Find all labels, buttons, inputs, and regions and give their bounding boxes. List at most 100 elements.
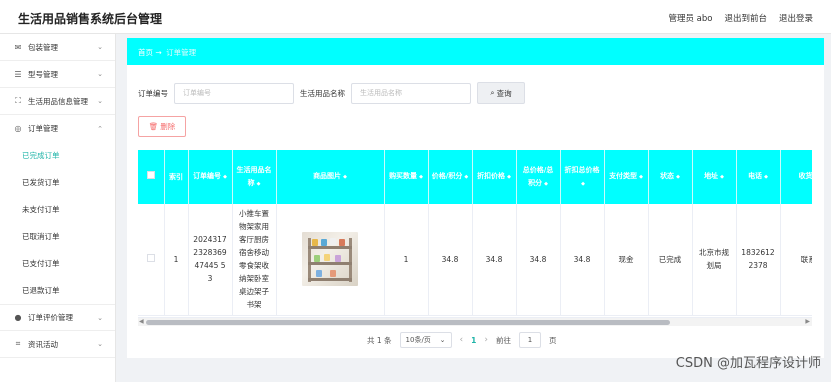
sidebar-subitem-paid[interactable]: 已支付订单 xyxy=(0,250,115,277)
scroll-right-icon[interactable]: ▶ xyxy=(805,318,810,325)
row-checkbox[interactable] xyxy=(138,204,165,316)
cell-order-no: 2024317232836947445 53 xyxy=(188,204,233,316)
header-actions: 管理员 abo 退出到前台 退出登录 xyxy=(668,12,813,24)
query-button[interactable]: ⌕ 查询 xyxy=(477,82,525,104)
sidebar-item-model[interactable]: ☰ 型号管理 ⌄ xyxy=(0,61,115,88)
page-size-select[interactable]: 10条/页 ⌄ xyxy=(399,332,452,348)
chevron-down-icon: ⌄ xyxy=(97,70,103,78)
sidebar-item-order-review[interactable]: ● 订单评价管理 ⌄ xyxy=(0,304,115,331)
table-header-row: 索引 订单编号 ◆ 生活用品名称 ◆ 商品图片 ◆ 购买数量 ◆ 价格/积分 ◆ 折扣价格… xyxy=(138,150,812,204)
prev-page-icon[interactable]: ‹ xyxy=(460,335,464,345)
current-user: 管理员 abo xyxy=(668,14,713,24)
cell-phone: 18326122378 xyxy=(736,204,781,316)
sort-icon[interactable]: ◆ xyxy=(223,174,227,180)
col-header-phone[interactable]: 电话 ◆ xyxy=(736,150,781,204)
sidebar-item-orders[interactable]: ◎ 订单管理 ⌃ xyxy=(0,115,115,142)
sort-icon[interactable]: ◆ xyxy=(639,174,643,180)
chevron-up-icon: ⌃ xyxy=(97,124,103,133)
crop-icon: ⌗ xyxy=(15,339,21,348)
order-no-label: 订单编号 xyxy=(138,88,168,98)
col-header-price[interactable]: 价格/积分 ◆ xyxy=(428,150,473,204)
scrollbar-thumb[interactable] xyxy=(146,320,670,325)
col-header-receiver[interactable]: 收货人◆ xyxy=(780,150,812,204)
sort-icon[interactable]: ◆ xyxy=(507,174,511,180)
page-suffix: 页 xyxy=(548,335,557,345)
sidebar-item-label: 资讯活动 xyxy=(28,339,58,349)
cell-receiver: 联系人 xyxy=(780,204,812,316)
cell-goods-image xyxy=(276,204,385,316)
col-header-discount-total[interactable]: 折扣总价格◆ xyxy=(560,150,605,204)
sidebar-item-news[interactable]: ⌗ 资讯活动 ⌄ xyxy=(0,331,115,358)
cell-quantity: 1 xyxy=(384,204,429,316)
scroll-left-icon[interactable]: ◀ xyxy=(139,318,144,325)
chevron-down-icon: ⌄ xyxy=(97,340,103,348)
sidebar-subitem-shipped[interactable]: 已发货订单 xyxy=(0,169,115,196)
orders-table: 索引 订单编号 ◆ 生活用品名称 ◆ 商品图片 ◆ 购买数量 ◆ 价格/积分 ◆ 折扣价格… xyxy=(138,150,812,326)
sort-icon[interactable]: ◆ xyxy=(676,174,680,180)
order-no-input[interactable] xyxy=(174,82,294,104)
chevron-down-icon: ⌄ xyxy=(97,43,103,51)
sidebar-item-goods-info[interactable]: ⛶ 生活用品信息管理 ⌄ xyxy=(0,88,115,115)
sort-icon[interactable]: ◆ xyxy=(464,174,468,180)
mail-icon: ✉ xyxy=(14,42,22,52)
sort-icon[interactable]: ◆ xyxy=(581,181,585,187)
cell-discount-price: 34.8 xyxy=(472,204,517,316)
sidebar-item-label: 订单评价管理 xyxy=(28,313,73,322)
sidebar-item-package[interactable]: ✉ 包装管理 ⌄ xyxy=(0,34,115,61)
goto-page-input[interactable]: 1 xyxy=(518,332,541,348)
cell-pay-type: 现金 xyxy=(604,204,649,316)
chevron-down-icon: ⌄ xyxy=(97,97,103,105)
chevron-down-icon: ⌄ xyxy=(439,336,446,344)
page-size-value: 10条/页 xyxy=(405,336,431,344)
sidebar-subitem-completed[interactable]: 已完成订单 xyxy=(0,142,115,169)
cell-total: 34.8 xyxy=(516,204,561,316)
breadcrumb: 首页 → 订单管理 xyxy=(138,47,196,58)
col-header-quantity[interactable]: 购买数量 ◆ xyxy=(384,150,429,204)
col-header-total[interactable]: 总价格/总积分 ◆ xyxy=(516,150,561,204)
breadcrumb-current: 订单管理 xyxy=(166,48,197,57)
sidebar-subitem-unpaid[interactable]: 未支付订单 xyxy=(0,196,115,223)
cell-goods-name: 小推车置物架家用客厅厨房宿舍移动零食架收纳架卧室桌边架子书架 xyxy=(232,204,277,316)
select-all-checkbox[interactable] xyxy=(138,150,165,204)
sort-icon[interactable]: ◆ xyxy=(720,174,724,180)
logout-link[interactable]: 退出登录 xyxy=(779,12,813,24)
cell-status: 已完成 xyxy=(648,204,693,316)
sidebar-subitem-cancelled[interactable]: 已取消订单 xyxy=(0,223,115,250)
sidebar-item-label: 订单管理 xyxy=(28,124,58,133)
exit-to-front-link[interactable]: 退出到前台 xyxy=(724,12,767,24)
col-header-order-no[interactable]: 订单编号 ◆ xyxy=(188,150,233,204)
top-bar: 生活用品销售系统后台管理 管理员 abo 退出到前台 退出登录 xyxy=(0,0,831,34)
horizontal-scrollbar[interactable]: ◀ ▶ xyxy=(138,317,812,326)
watermark: CSDN @加瓦程序设计师 xyxy=(675,356,821,371)
col-header-goods-name[interactable]: 生活用品名称 ◆ xyxy=(232,150,277,204)
cell-price: 34.8 xyxy=(428,204,473,316)
sort-icon[interactable]: ◆ xyxy=(419,174,423,180)
page-number[interactable]: 1 xyxy=(471,336,476,345)
next-page-icon[interactable]: › xyxy=(484,335,488,345)
query-button-label: 查询 xyxy=(496,88,512,98)
goto-label: 前往 xyxy=(495,335,511,345)
sidebar: ✉ 包装管理 ⌄ ☰ 型号管理 ⌄ ⛶ 生活用品信息管理 ⌄ ◎ 订单管理 ⌃ … xyxy=(0,34,116,382)
col-header-pay-type[interactable]: 支付类型 ◆ xyxy=(604,150,649,204)
col-header-discount-price[interactable]: 折扣价格 ◆ xyxy=(472,150,517,204)
search-icon: ⌕ xyxy=(490,88,495,97)
sort-icon[interactable]: ◆ xyxy=(343,174,347,180)
sort-icon[interactable]: ◆ xyxy=(544,181,548,187)
app-title: 生活用品销售系统后台管理 xyxy=(18,12,163,26)
col-header-status[interactable]: 状态 ◆ xyxy=(648,150,693,204)
col-header-address[interactable]: 地址 ◆ xyxy=(692,150,737,204)
main-panel: 首页 → 订单管理 订单编号 生活用品名称 ⌕ 查询 🗑 删除 索引 订单编 xyxy=(127,38,824,358)
cell-discount-total: 34.8 xyxy=(560,204,605,316)
user-icon: ● xyxy=(14,313,22,322)
sidebar-subitem-refunded[interactable]: 已退款订单 xyxy=(0,277,115,304)
sort-icon[interactable]: ◆ xyxy=(257,181,261,187)
delete-button-label: 删除 xyxy=(160,122,176,131)
cell-address: 北京市规划局 xyxy=(692,204,737,316)
goods-name-input[interactable] xyxy=(351,82,471,104)
sort-icon[interactable]: ◆ xyxy=(764,174,768,180)
fullscreen-icon: ⛶ xyxy=(15,96,21,105)
breadcrumb-home[interactable]: 首页 xyxy=(138,48,153,57)
col-header-goods-image[interactable]: 商品图片 ◆ xyxy=(276,150,385,204)
delete-button[interactable]: 🗑 删除 xyxy=(138,116,186,137)
goods-thumbnail[interactable] xyxy=(302,232,358,287)
